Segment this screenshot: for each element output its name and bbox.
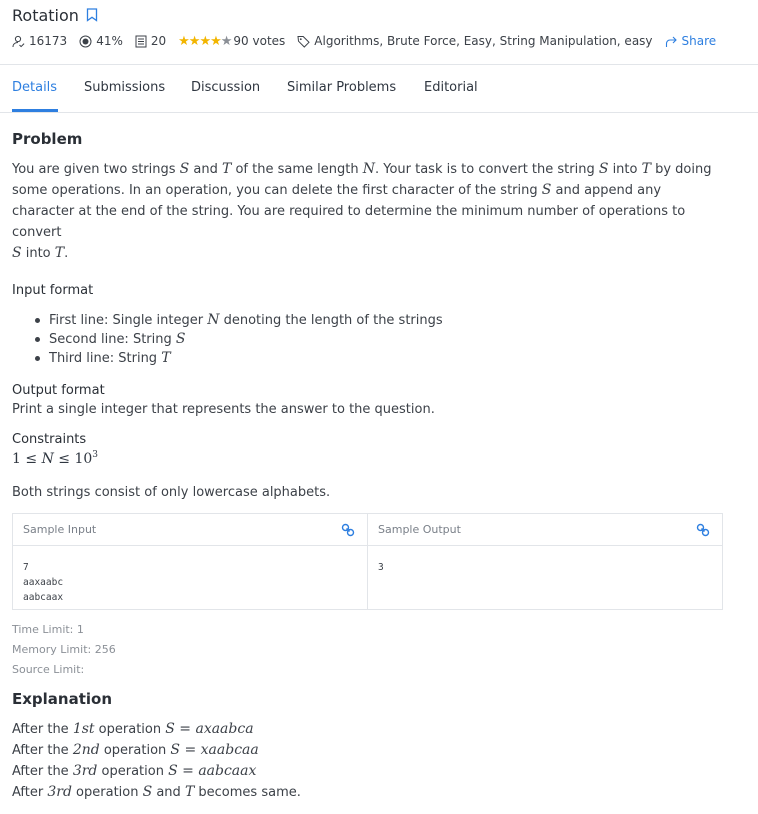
sample-output-label: Sample Output [378, 523, 461, 536]
source-limit: Source Limit: [12, 663, 85, 676]
list-item: Third line: String T [12, 349, 724, 368]
problem-title: Rotation [12, 5, 79, 25]
rating: ★★★★★ 90 votes [178, 34, 285, 49]
share-label: Share [681, 34, 717, 48]
input-format-list: First line: Single integer N denoting th… [12, 311, 724, 368]
document-icon [135, 35, 147, 47]
submissions-count-value: 20 [150, 34, 167, 48]
bookmark-icon[interactable] [86, 8, 98, 22]
memory-limit: Memory Limit: 256 [12, 643, 116, 656]
input-format-heading: Input format [12, 283, 94, 298]
time-limit: Time Limit: 1 [12, 623, 84, 636]
constraints-note: Both strings consist of only lowercase a… [12, 485, 331, 500]
sample-output-value: 3 [378, 562, 384, 573]
link-icon[interactable] [696, 523, 710, 541]
explanation-text: After the 1st operation S = axaabca Afte… [12, 721, 301, 800]
tags: Algorithms, Brute Force, Easy, String Ma… [297, 34, 653, 48]
constraints-math: 1 ≤ N ≤ 103 [12, 450, 99, 467]
success-rate: 41% [79, 34, 123, 48]
sample-input-value: 7 aaxaabc aabcaax [23, 562, 64, 603]
share-icon [665, 36, 677, 47]
link-icon[interactable] [341, 523, 355, 541]
tab-discussion[interactable]: Discussion [191, 80, 260, 95]
target-icon [79, 35, 92, 47]
solved-count-value: 16173 [29, 34, 68, 48]
tab-details[interactable]: Details [12, 80, 57, 95]
tab-editorial[interactable]: Editorial [424, 80, 478, 95]
sample-input-label: Sample Input [23, 523, 97, 536]
success-rate-value: 41% [96, 34, 123, 48]
problem-content: Problem You are given two strings S and … [12, 130, 724, 503]
problem-heading: Problem [12, 130, 83, 148]
list-item: First line: Single integer N denoting th… [12, 311, 724, 330]
tab-similar-problems[interactable]: Similar Problems [287, 80, 396, 95]
output-format-text: Print a single integer that represents t… [12, 402, 435, 417]
solved-user-icon [12, 35, 25, 47]
problem-header: Rotation 16173 41% 20 ★★★★★ 90 votes Alg… [12, 4, 752, 50]
explanation-heading: Explanation [12, 690, 113, 708]
limits: Time Limit: 1 Memory Limit: 256 Source L… [12, 620, 116, 680]
submissions-count: 20 [135, 34, 166, 48]
tags-value[interactable]: Algorithms, Brute Force, Easy, String Ma… [314, 34, 652, 48]
list-item: Second line: String S [12, 330, 724, 349]
constraints-heading: Constraints [12, 432, 87, 447]
active-tab-indicator [12, 109, 58, 112]
tab-bar: Details Submissions Discussion Similar P… [0, 64, 758, 113]
rating-stars[interactable]: ★★★★★ [178, 34, 232, 49]
tag-icon [297, 35, 311, 48]
sample-input-panel: Sample Input 7 aaxaabc aabcaax [13, 514, 368, 609]
votes-count: 90 votes [233, 34, 286, 48]
solved-count: 16173 [12, 34, 67, 48]
problem-statement: You are given two strings S and T of the… [12, 161, 712, 261]
share-button[interactable]: Share [665, 34, 717, 48]
tab-submissions[interactable]: Submissions [84, 80, 165, 95]
sample-output-panel: Sample Output 3 [368, 514, 722, 609]
explanation-section: Explanation After the 1st operation S = … [12, 690, 301, 803]
output-format-heading: Output format [12, 383, 105, 398]
sample-io-box: Sample Input 7 aaxaabc aabcaax Sample Ou… [12, 513, 723, 610]
